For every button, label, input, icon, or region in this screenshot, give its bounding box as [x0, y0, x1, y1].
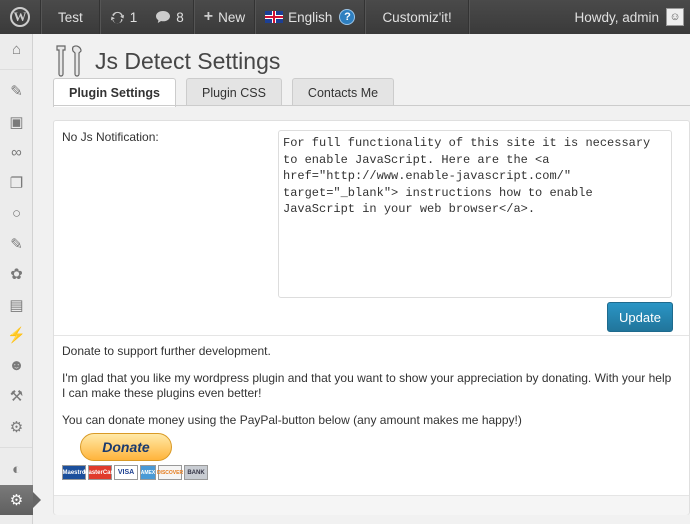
tab-plugin-settings[interactable]: Plugin Settings: [53, 78, 176, 107]
new-content-menu[interactable]: + New: [195, 0, 254, 34]
tools-icon: [56, 45, 82, 77]
donate-intro-text: Donate to support further development.: [62, 344, 271, 358]
tab-plugin-css[interactable]: Plugin CSS: [185, 78, 282, 106]
my-account-menu[interactable]: Howdy, admin ☺: [565, 0, 690, 34]
comments-icon[interactable]: ○: [0, 198, 33, 229]
customize-menu[interactable]: Customiz'it!: [366, 0, 467, 34]
no-js-notification-label: No Js Notification:: [62, 130, 159, 144]
refresh-icon: [110, 10, 125, 25]
amex-card-icon: AMEX: [140, 465, 156, 480]
update-button[interactable]: Update: [607, 302, 673, 332]
uk-flag-icon: [265, 11, 284, 23]
comments-count: 8: [176, 9, 184, 25]
pages-icon[interactable]: ❐: [0, 168, 33, 199]
links-icon[interactable]: ∞: [0, 137, 33, 168]
settings-panel: No Js Notification: For full functionali…: [53, 120, 690, 515]
play-icon[interactable]: ▶: [0, 515, 33, 524]
maestro-card-icon: Maestro: [62, 465, 86, 480]
dashboard-icon[interactable]: ⌂: [0, 34, 33, 64]
page-title: Js Detect Settings: [95, 47, 281, 74]
discover-card-icon: DISCOVER: [157, 465, 183, 480]
collapse-icon[interactable]: ◐: [0, 454, 33, 485]
updates-count: 1: [129, 9, 138, 25]
donate-thanks-text: I'm glad that you like my wordpress plug…: [62, 370, 672, 401]
settings-tools-icon[interactable]: ⚙: [0, 412, 33, 443]
admin-sidebar: ⌂ ✎ ▣ ∞ ❐ ○ ✎ ✿ ▤ ⚡ ☻ ⚒ ⚙ ◐ ⚙ ▶: [0, 34, 41, 524]
customize-label: Customiz'it!: [382, 9, 452, 25]
no-js-notification-textarea[interactable]: For full functionality of this site it i…: [278, 130, 672, 298]
updates-menu[interactable]: 1: [101, 0, 147, 34]
site-name-menu[interactable]: Test: [42, 0, 99, 34]
tabs-divider: [53, 105, 690, 106]
comment-bubble-icon: [155, 10, 171, 24]
site-name-label: Test: [58, 9, 83, 25]
posts-icon[interactable]: ✎: [0, 76, 33, 107]
avatar: ☺: [666, 8, 684, 26]
payment-cards: Maestro MasterCard VISA AMEX DISCOVER BA…: [62, 465, 210, 480]
comments-menu[interactable]: 8: [146, 0, 193, 34]
language-label: English: [288, 9, 333, 25]
visa-card-icon: VISA: [114, 465, 138, 480]
page-header: Js Detect Settings: [53, 44, 280, 78]
settings-tabs: Plugin Settings Plugin CSS Contacts Me: [53, 78, 404, 107]
media-icon[interactable]: ▣: [0, 107, 33, 138]
paypal-donate-button[interactable]: Donate: [80, 433, 172, 461]
wordpress-logo-menu[interactable]: W: [0, 0, 40, 34]
donate-paypal-text: You can donate money using the PayPal-bu…: [62, 412, 522, 427]
plus-icon: +: [203, 8, 214, 25]
plugins-icon[interactable]: ⚡: [0, 320, 33, 351]
new-label: New: [218, 9, 246, 25]
widgets-icon[interactable]: ▤: [0, 290, 33, 321]
wordpress-icon: W: [10, 7, 30, 27]
pin-icon[interactable]: ✎: [0, 229, 33, 260]
donate-section: Donate to support further development. I…: [62, 344, 672, 439]
tab-contacts-me[interactable]: Contacts Me: [291, 78, 395, 106]
main-content: Js Detect Settings Plugin Settings Plugi…: [33, 34, 690, 524]
section-divider: [54, 335, 689, 336]
help-icon[interactable]: ?: [339, 9, 356, 25]
admin-bar: W Test 1 8 + New English ? Customiz'it! …: [0, 0, 690, 34]
howdy-label: Howdy, admin: [574, 9, 659, 25]
users-icon[interactable]: ☻: [0, 351, 33, 382]
tools-icon[interactable]: ⚒: [0, 381, 33, 412]
settings-icon[interactable]: ⚙: [0, 484, 41, 515]
mastercard-icon: MasterCard: [84, 465, 117, 480]
bank-icon: BANK: [184, 465, 208, 480]
appearance-icon[interactable]: ✿: [0, 259, 33, 290]
panel-footer: [54, 495, 689, 515]
language-menu[interactable]: English ?: [256, 0, 364, 34]
